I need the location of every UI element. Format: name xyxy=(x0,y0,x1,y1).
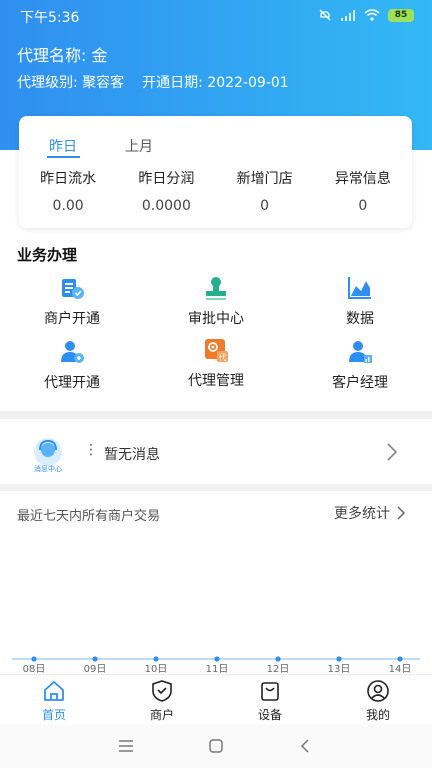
agent-open-icon xyxy=(61,341,84,363)
tab-label: 设备 xyxy=(257,708,282,722)
stat-value: 0 xyxy=(260,198,270,214)
tab-device[interactable]: 设备 xyxy=(216,675,324,725)
tab-merchant[interactable]: 商户 xyxy=(108,675,216,725)
more-dots-icon: ⋮ xyxy=(84,442,98,458)
summary-card: 昨日 上月 昨日流水 0.00 昨日分润 0.0000 新增门店 0 异常信息 … xyxy=(19,116,412,228)
status-icons: 85 xyxy=(318,8,414,22)
agent-open-button[interactable]: 代理开通 xyxy=(12,338,132,392)
chart-point xyxy=(397,656,403,662)
account-manager-button[interactable]: 客户经理 xyxy=(300,338,420,392)
stat-label: 昨日分润 xyxy=(138,171,195,187)
shield-check-icon xyxy=(152,680,172,702)
home-icon xyxy=(44,681,64,701)
agent-name: 代理名称: 金 xyxy=(17,46,108,65)
stat-label: 昨日流水 xyxy=(40,171,97,187)
chart-point xyxy=(214,656,220,662)
menu-icon[interactable] xyxy=(117,737,135,755)
back-icon[interactable] xyxy=(297,737,315,755)
business-section-title: 业务办理 xyxy=(17,246,78,264)
tab-last-month[interactable]: 上月 xyxy=(125,136,153,156)
chart-point xyxy=(92,656,98,662)
user-icon xyxy=(367,680,389,702)
chart-point xyxy=(336,656,342,662)
tab-label: 商户 xyxy=(149,708,174,722)
tab-home[interactable]: 首页 xyxy=(0,675,108,725)
stat-item: 新增门店 0 xyxy=(216,168,314,214)
merchant-open-icon xyxy=(62,279,84,299)
grid-label: 代理开通 xyxy=(44,375,100,391)
active-tab-indicator xyxy=(47,156,80,158)
stat-item: 昨日流水 0.00 xyxy=(19,168,117,214)
status-bar: 下午5:36 85 xyxy=(0,0,432,32)
section-divider xyxy=(0,484,432,491)
message-center-icon: 消息中心 xyxy=(34,438,62,473)
grid-label: 数据 xyxy=(346,311,374,327)
status-time: 下午5:36 xyxy=(20,10,80,26)
agent-info-row: 代理级别: 聚容客 开通日期: 2022-09-01 xyxy=(17,72,289,92)
agent-manage-button[interactable]: 代 代理管理 xyxy=(156,336,276,390)
wifi-icon xyxy=(364,9,380,21)
message-center-row[interactable]: 消息中心 ⋮ 暂无消息 xyxy=(0,422,432,484)
tab-label: 首页 xyxy=(41,708,66,722)
more-stats-label: 更多统计 xyxy=(334,506,390,522)
svg-text:代: 代 xyxy=(219,352,227,362)
message-text: 暂无消息 xyxy=(104,447,160,463)
grid-label: 审批中心 xyxy=(188,311,244,327)
chart-point xyxy=(275,656,281,662)
stat-label: 新增门店 xyxy=(236,171,293,187)
chart-point xyxy=(153,656,159,662)
chart-point xyxy=(31,656,37,662)
system-nav-bar xyxy=(0,724,432,768)
more-stats-link[interactable]: 更多统计 xyxy=(334,503,406,523)
approval-center-button[interactable]: 审批中心 xyxy=(156,274,276,328)
section-divider xyxy=(0,411,432,419)
stat-item: 昨日分润 0.0000 xyxy=(117,168,215,214)
chevron-right-icon xyxy=(387,443,398,461)
message-center-caption: 消息中心 xyxy=(34,464,62,473)
data-chart-icon xyxy=(348,277,371,299)
chevron-right-icon xyxy=(397,506,406,520)
grid-label: 代理管理 xyxy=(188,373,244,389)
account-manager-icon xyxy=(349,341,372,363)
home-square-icon[interactable] xyxy=(207,737,225,755)
stat-value: 0.00 xyxy=(52,198,84,214)
merchant-open-button[interactable]: 商户开通 xyxy=(12,274,132,328)
agent-open-date: 开通日期: 2022-09-01 xyxy=(142,75,289,91)
stats-row: 昨日流水 0.00 昨日分润 0.0000 新增门店 0 异常信息 0 xyxy=(19,168,412,214)
tab-profile[interactable]: 我的 xyxy=(324,675,432,725)
mute-icon xyxy=(319,9,331,21)
data-button[interactable]: 数据 xyxy=(300,274,420,328)
battery-indicator: 85 xyxy=(388,8,414,22)
agent-manage-icon: 代 xyxy=(205,339,228,362)
bottom-tab-bar: 首页 商户 设备 我的 xyxy=(0,674,432,725)
stat-label: 异常信息 xyxy=(334,171,391,187)
stat-item: 异常信息 0 xyxy=(314,168,412,214)
grid-label: 客户经理 xyxy=(332,375,388,391)
tab-label: 我的 xyxy=(365,708,390,722)
stat-value: 0 xyxy=(358,198,368,214)
approval-stamp-icon xyxy=(206,277,226,300)
grid-label: 商户开通 xyxy=(44,311,100,327)
transactions-chart: 08日 09日 10日 11日 12日 13日 14日 xyxy=(12,656,420,675)
signal-icon xyxy=(341,10,355,21)
bag-icon xyxy=(261,682,279,701)
agent-level: 代理级别: 聚容客 xyxy=(17,75,125,91)
recent-transactions-title: 最近七天内所有商户交易 xyxy=(17,509,161,524)
stat-value: 0.0000 xyxy=(141,198,191,214)
tab-yesterday[interactable]: 昨日 xyxy=(49,136,77,156)
